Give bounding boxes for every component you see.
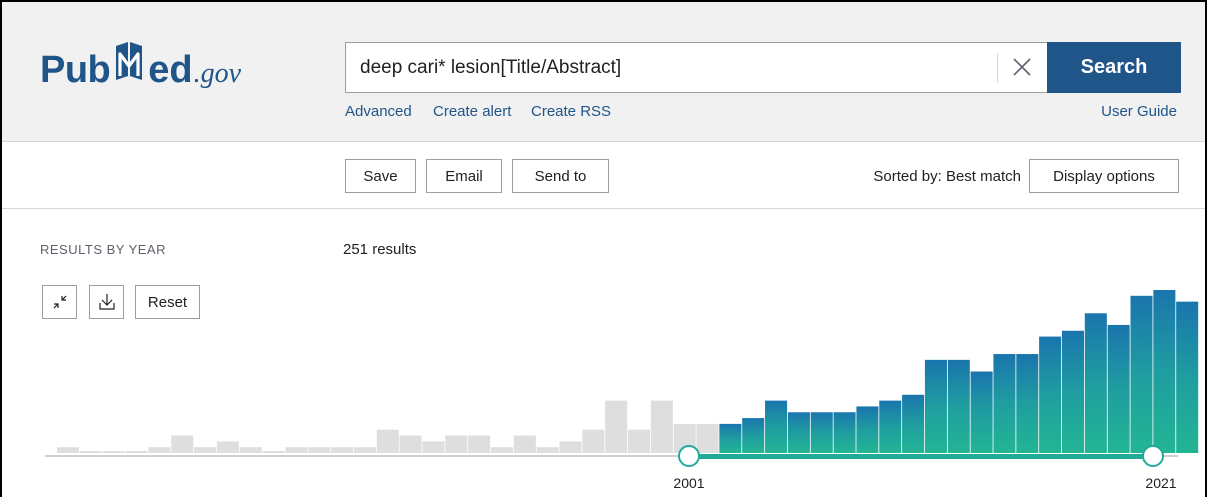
year-bar-2009[interactable] (902, 394, 925, 453)
year-bar-2020[interactable] (1153, 290, 1176, 453)
display-options-button[interactable]: Display options (1029, 159, 1179, 193)
year-bar-1998[interactable] (650, 400, 673, 453)
logo-med-text: ed (148, 49, 193, 91)
year-bar-1983[interactable] (308, 447, 331, 453)
sorted-by-label: Sorted by: Best match (873, 168, 1021, 185)
advanced-search-link[interactable]: Advanced (345, 103, 412, 120)
year-bar-2014[interactable] (1016, 354, 1039, 453)
year-bar-2019[interactable] (1130, 295, 1153, 453)
book-icon (112, 40, 146, 89)
year-bar-1977[interactable] (171, 435, 194, 453)
year-bar-1980[interactable] (239, 447, 262, 453)
year-bar-2000[interactable] (696, 423, 719, 453)
save-button[interactable]: Save (345, 159, 416, 193)
range-end-label: 2021 (1145, 475, 1176, 491)
results-by-year-chart[interactable]: 2001 2021 (0, 270, 1207, 497)
year-bar-2017[interactable] (1084, 313, 1107, 453)
results-by-year-heading: RESULTS BY YEAR (40, 242, 166, 257)
email-button[interactable]: Email (426, 159, 502, 193)
year-bar-1997[interactable] (628, 429, 651, 453)
year-bar-1991[interactable] (490, 447, 513, 453)
year-bar-1990[interactable] (468, 435, 491, 453)
year-bar-1976[interactable] (148, 447, 171, 453)
year-bar-1994[interactable] (559, 441, 582, 453)
year-bar-2007[interactable] (856, 406, 879, 453)
year-bar-1985[interactable] (353, 447, 376, 453)
year-bar-2015[interactable] (1039, 336, 1062, 453)
year-bar-2010[interactable] (924, 359, 947, 453)
year-bar-1981[interactable] (262, 451, 285, 453)
year-bar-2008[interactable] (879, 400, 902, 453)
year-bar-1988[interactable] (422, 441, 445, 453)
year-bar-1989[interactable] (445, 435, 468, 453)
year-bar-1984[interactable] (331, 447, 354, 453)
year-bar-1992[interactable] (513, 435, 536, 453)
year-bar-2001[interactable] (719, 423, 742, 453)
year-bar-1974[interactable] (102, 451, 125, 453)
range-end-handle[interactable] (1142, 445, 1164, 467)
range-start-handle[interactable] (678, 445, 700, 467)
chart-bars (57, 290, 1199, 454)
pubmed-logo[interactable]: Pub ed .gov (40, 38, 241, 98)
year-bar-1973[interactable] (79, 451, 102, 453)
clear-icon[interactable] (1010, 55, 1034, 79)
year-bar-2011[interactable] (947, 359, 970, 453)
create-alert-link[interactable]: Create alert (433, 103, 511, 120)
year-bar-1986[interactable] (376, 429, 399, 453)
search-divider (997, 53, 998, 83)
logo-gov-text: .gov (193, 58, 242, 89)
search-box (345, 42, 1048, 93)
year-bar-1993[interactable] (536, 447, 559, 453)
year-bar-1982[interactable] (285, 447, 308, 453)
logo-pub-text: Pub (40, 49, 111, 91)
year-bar-2013[interactable] (993, 354, 1016, 453)
year-bar-2012[interactable] (970, 371, 993, 454)
year-bar-2016[interactable] (1061, 330, 1084, 453)
year-bar-2018[interactable] (1107, 324, 1130, 453)
user-guide-link[interactable]: User Guide (1101, 103, 1177, 120)
year-bar-2004[interactable] (787, 412, 810, 453)
selected-range-track (689, 454, 1153, 459)
header: Pub ed .gov Search Advanced Create alert… (2, 2, 1205, 142)
year-bar-1996[interactable] (605, 400, 628, 453)
year-bar-1978[interactable] (194, 447, 217, 453)
year-bar-1975[interactable] (125, 451, 148, 453)
year-bar-1995[interactable] (582, 429, 605, 453)
year-bar-2003[interactable] (765, 400, 788, 453)
send-to-button[interactable]: Send to (512, 159, 609, 193)
results-toolbar: Save Email Send to Sorted by: Best match… (2, 143, 1205, 209)
create-rss-link[interactable]: Create RSS (531, 103, 611, 120)
year-bar-2005[interactable] (810, 412, 833, 453)
search-button[interactable]: Search (1047, 42, 1181, 93)
year-bar-1972[interactable] (57, 447, 80, 453)
search-input[interactable] (360, 43, 990, 92)
range-start-label: 2001 (673, 475, 704, 491)
year-bar-1979[interactable] (216, 441, 239, 453)
year-bar-2021[interactable] (1176, 301, 1199, 453)
results-count: 251 results (343, 241, 417, 258)
year-bar-1987[interactable] (399, 435, 422, 453)
year-bar-2006[interactable] (833, 412, 856, 453)
year-bar-2002[interactable] (742, 418, 765, 453)
